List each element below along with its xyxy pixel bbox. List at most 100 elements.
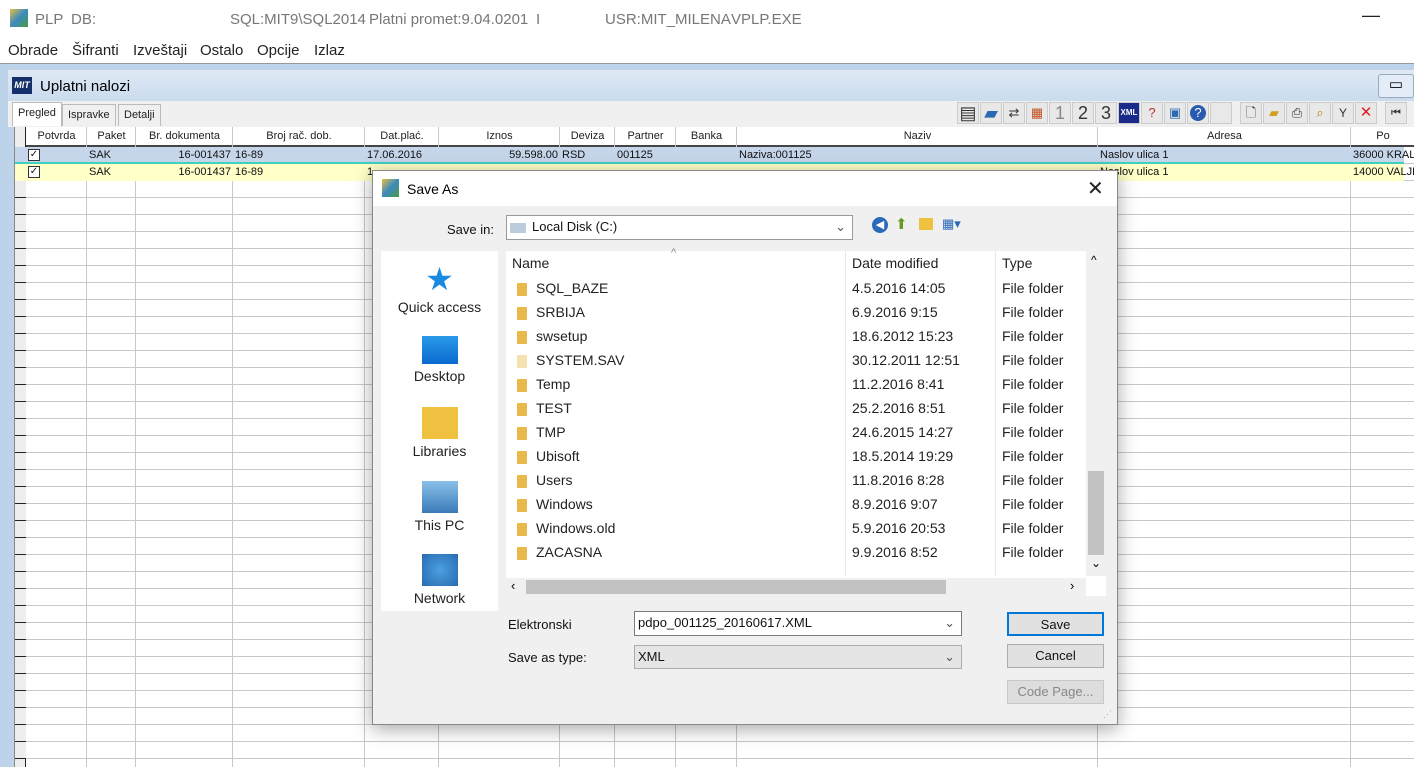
- page-icon[interactable]: ▤: [957, 102, 979, 124]
- row-header[interactable]: [15, 640, 26, 657]
- tab-detalji[interactable]: Detalji: [118, 104, 161, 126]
- row-header[interactable]: [15, 317, 26, 334]
- table-cell[interactable]: 59.598.00: [439, 147, 560, 164]
- menu-opcije[interactable]: Opcije: [257, 42, 300, 59]
- row-header[interactable]: [15, 181, 26, 198]
- delete-icon[interactable]: ✕: [1355, 102, 1377, 124]
- view-menu-icon[interactable]: ▦▾: [942, 216, 961, 232]
- resize-grip-icon[interactable]: ⋰: [1103, 709, 1112, 720]
- row-header[interactable]: [15, 351, 26, 368]
- save-as-type-dropdown[interactable]: XML ⌄: [634, 645, 962, 669]
- row-header[interactable]: [15, 419, 26, 436]
- code-page-button[interactable]: Code Page...: [1007, 680, 1104, 704]
- screen-icon[interactable]: ▣: [1164, 102, 1186, 124]
- menu-izlaz[interactable]: Izlaz: [314, 42, 345, 59]
- tab-ispravke[interactable]: Ispravke: [62, 104, 116, 126]
- menu-sifranti[interactable]: Šifranti: [72, 42, 119, 59]
- file-list-item[interactable]: Windows 8.9.2016 9:07 File folder: [506, 493, 1086, 517]
- table-cell[interactable]: 14000 VALJE: [1351, 164, 1414, 181]
- row-header[interactable]: [15, 521, 26, 538]
- export-icon[interactable]: ▦: [1026, 102, 1048, 124]
- file-list-item[interactable]: Windows.old 5.9.2016 20:53 File folder: [506, 517, 1086, 541]
- row-header[interactable]: [15, 300, 26, 317]
- table-cell[interactable]: 16-001437: [136, 164, 233, 181]
- file-list-item[interactable]: ZACASNA 9.9.2016 8:52 File folder: [506, 541, 1086, 565]
- file-list-item[interactable]: Users 11.8.2016 8:28 File folder: [506, 469, 1086, 493]
- table-cell[interactable]: [676, 147, 737, 164]
- row-header[interactable]: [15, 368, 26, 385]
- table-cell[interactable]: 16-001437: [136, 147, 233, 164]
- row-header[interactable]: [15, 198, 26, 215]
- scroll-left-icon[interactable]: ‹: [511, 578, 515, 593]
- row-header[interactable]: [15, 691, 26, 708]
- checkbox[interactable]: ✓: [28, 166, 40, 178]
- minimize-icon[interactable]: —: [1362, 5, 1380, 26]
- row-header[interactable]: [15, 249, 26, 266]
- table-cell[interactable]: 16-89: [233, 147, 365, 164]
- menu-izvestaji[interactable]: Izveštaji: [133, 42, 187, 59]
- table-cell[interactable]: Naslov ulica 1: [1098, 147, 1351, 164]
- row-header[interactable]: [15, 589, 26, 606]
- printer-icon[interactable]: ⎙: [1286, 102, 1308, 124]
- open-folder-icon[interactable]: ▰: [1263, 102, 1285, 124]
- child-minimize-button[interactable]: ▭: [1378, 74, 1414, 98]
- row-header[interactable]: [15, 623, 26, 640]
- number-2-button[interactable]: 2: [1072, 102, 1094, 124]
- checkbox[interactable]: ✓: [28, 149, 40, 161]
- table-row[interactable]: ✓ SAK 16-001437 16-89 17.06.2016 59.598.00 RSD…: [15, 147, 1414, 164]
- row-header[interactable]: [15, 606, 26, 623]
- back-icon[interactable]: ◀: [872, 217, 888, 233]
- find-icon[interactable]: ⌕: [1309, 102, 1331, 124]
- filename-input[interactable]: pdpo_001125_20160617.XML ⌄: [634, 611, 962, 636]
- file-list-item[interactable]: SQL_BAZE 4.5.2016 14:05 File folder: [506, 277, 1086, 301]
- table-cell[interactable]: Naslov ulica 1: [1098, 164, 1351, 181]
- new-folder-icon[interactable]: [919, 218, 933, 230]
- table-cell[interactable]: SAK: [87, 147, 136, 164]
- horizontal-scroll-thumb[interactable]: [526, 580, 946, 594]
- table-cell[interactable]: 001125: [615, 147, 676, 164]
- column-date-modified[interactable]: Date modified: [852, 255, 938, 271]
- file-list-item[interactable]: Ubisoft 18.5.2014 19:29 File folder: [506, 445, 1086, 469]
- column-name[interactable]: Name: [512, 255, 549, 271]
- row-header[interactable]: [15, 708, 26, 725]
- row-header[interactable]: [15, 572, 26, 589]
- row-header[interactable]: [15, 674, 26, 691]
- place-network[interactable]: Network: [381, 554, 498, 606]
- save-in-dropdown[interactable]: Local Disk (C:) ⌄: [506, 215, 853, 240]
- row-header[interactable]: [15, 742, 26, 759]
- close-icon[interactable]: ✕: [1087, 176, 1104, 201]
- filter-icon[interactable]: Y: [1332, 102, 1354, 124]
- row-header[interactable]: [15, 215, 26, 232]
- save-button[interactable]: Save: [1007, 612, 1104, 636]
- transfer-icon[interactable]: ⇄: [1003, 102, 1025, 124]
- row-header[interactable]: [15, 470, 26, 487]
- number-3-button[interactable]: 3: [1095, 102, 1117, 124]
- file-list-item[interactable]: SRBIJA 6.9.2016 9:15 File folder: [506, 301, 1086, 325]
- number-1-button[interactable]: 1: [1049, 102, 1071, 124]
- row-header[interactable]: [15, 266, 26, 283]
- table-cell[interactable]: ✓: [26, 164, 87, 181]
- row-header[interactable]: [15, 555, 26, 572]
- row-header[interactable]: [15, 725, 26, 742]
- row-header[interactable]: [15, 657, 26, 674]
- row-header[interactable]: [15, 487, 26, 504]
- place-this-pc[interactable]: This PC: [381, 481, 498, 533]
- horizontal-scrollbar[interactable]: ‹ ›: [506, 578, 1086, 596]
- row-header[interactable]: [15, 385, 26, 402]
- xml-icon[interactable]: XML: [1118, 102, 1140, 124]
- table-cell[interactable]: 17.06.2016: [365, 147, 439, 164]
- row-header[interactable]: [15, 436, 26, 453]
- row-header[interactable]: [15, 453, 26, 470]
- blank-button[interactable]: [1210, 102, 1232, 124]
- vertical-scroll-thumb[interactable]: [1088, 471, 1104, 555]
- file-list-item[interactable]: SYSTEM.SAV 30.12.2011 12:51 File folder: [506, 349, 1086, 373]
- table-cell[interactable]: 16-89: [233, 164, 365, 181]
- menu-obrade[interactable]: Obrade: [8, 42, 58, 59]
- file-list-item[interactable]: swsetup 18.6.2012 15:23 File folder: [506, 325, 1086, 349]
- file-list-item[interactable]: TEST 25.2.2016 8:51 File folder: [506, 397, 1086, 421]
- help-window-icon[interactable]: ?: [1141, 102, 1163, 124]
- scroll-up-icon[interactable]: ^: [1091, 253, 1097, 267]
- print-icon[interactable]: ▰: [980, 102, 1002, 124]
- table-cell[interactable]: SAK: [87, 164, 136, 181]
- vertical-scrollbar[interactable]: ^ ⌄: [1086, 251, 1106, 576]
